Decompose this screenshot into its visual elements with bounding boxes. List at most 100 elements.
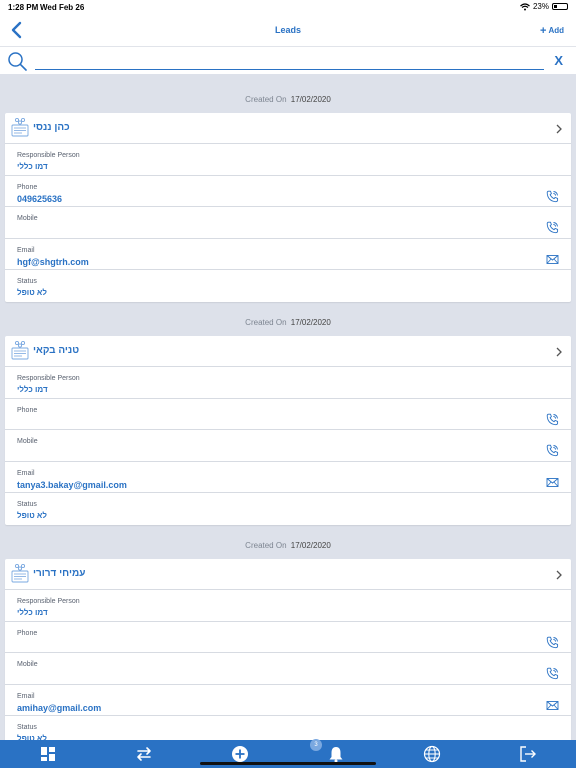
created-on-row: Created On 17/02/2020 bbox=[0, 297, 576, 336]
clear-search-button[interactable]: X bbox=[554, 53, 563, 68]
status-value: לא טופל bbox=[17, 511, 47, 520]
notification-badge: 3 bbox=[310, 739, 322, 751]
battery-percent: 23% bbox=[532, 2, 549, 11]
home-indicator bbox=[200, 762, 376, 765]
created-date: 17/02/2020 bbox=[290, 318, 331, 327]
lead-card: כהן ננסי Responsible Person דמו כללי Pho… bbox=[5, 113, 571, 302]
lead-card-header[interactable]: כהן ננסי bbox=[5, 113, 571, 144]
created-on-label: Created On bbox=[245, 318, 287, 327]
field-label: Mobile bbox=[17, 438, 38, 445]
email-value[interactable]: tanya3.bakay@gmail.com bbox=[17, 480, 127, 490]
chevron-right-icon[interactable] bbox=[555, 124, 563, 134]
field-label: Email bbox=[17, 246, 35, 254]
status-bar: 1:28 PM Wed Feb 26 23% bbox=[0, 0, 576, 14]
mobile-field: Mobile bbox=[5, 207, 571, 239]
plus-icon: + bbox=[540, 25, 547, 37]
responsible-person-value: דמו כללי bbox=[17, 162, 48, 171]
lead-name: כהן ננסי bbox=[33, 122, 70, 133]
search-icon[interactable] bbox=[7, 51, 27, 71]
created-on-label: Created On bbox=[245, 541, 287, 550]
phone-call-icon[interactable] bbox=[546, 413, 559, 426]
status-field: Status לא טופל bbox=[5, 716, 571, 740]
field-label: Email bbox=[17, 469, 35, 477]
responsible-person-field: Responsible Person דמו כללי bbox=[5, 144, 571, 176]
field-label: Status bbox=[17, 724, 37, 731]
field-label: Phone bbox=[17, 629, 38, 637]
lead-card: עמיחי דרורי Responsible Person דמו כללי … bbox=[5, 559, 571, 740]
lead-card: טניה בקאי Responsible Person דמו כללי Ph… bbox=[5, 336, 571, 525]
status-time: 1:28 PM bbox=[8, 3, 39, 12]
created-on-row: Created On 17/02/2020 bbox=[0, 74, 576, 113]
responsible-person-field: Responsible Person דמו כללי bbox=[5, 367, 571, 399]
field-label: Responsible Person bbox=[17, 598, 80, 605]
globe-icon[interactable] bbox=[423, 745, 441, 763]
email-value[interactable]: hgf@shgtrh.com bbox=[17, 257, 89, 267]
created-date: 17/02/2020 bbox=[290, 541, 331, 550]
phone-field: Phone 049625636 bbox=[5, 176, 571, 207]
lead-card-header[interactable]: עמיחי דרורי bbox=[5, 559, 571, 590]
lead-card-icon bbox=[11, 340, 29, 360]
field-label: Status bbox=[17, 501, 37, 508]
envelope-icon[interactable] bbox=[546, 253, 559, 266]
email-field: Email tanya3.bakay@gmail.com bbox=[5, 462, 571, 493]
add-label: Add bbox=[548, 26, 564, 35]
add-lead-button[interactable]: + Add bbox=[540, 25, 564, 37]
mobile-call-icon[interactable] bbox=[546, 221, 559, 234]
battery-icon bbox=[552, 3, 568, 10]
chevron-right-icon[interactable] bbox=[555, 570, 563, 580]
field-label: Email bbox=[17, 692, 35, 700]
mobile-call-icon[interactable] bbox=[546, 667, 559, 680]
phone-call-icon[interactable] bbox=[546, 636, 559, 649]
lead-card-icon bbox=[11, 117, 29, 137]
search-input[interactable] bbox=[35, 54, 544, 70]
phone-field: Phone bbox=[5, 399, 571, 430]
bell-icon[interactable] bbox=[327, 745, 345, 763]
responsible-person-field: Responsible Person דמו כללי bbox=[5, 590, 571, 622]
navbar: Leads + Add bbox=[0, 14, 576, 46]
phone-call-icon[interactable] bbox=[546, 190, 559, 203]
dashboard-icon[interactable] bbox=[39, 745, 57, 763]
created-on-label: Created On bbox=[245, 95, 287, 104]
email-field: Email amihay@gmail.com bbox=[5, 685, 571, 716]
lead-card-icon bbox=[11, 563, 29, 583]
mobile-field: Mobile bbox=[5, 430, 571, 462]
wifi-icon bbox=[520, 2, 530, 10]
field-label: Phone bbox=[17, 183, 38, 191]
status-date: Wed Feb 26 bbox=[40, 3, 85, 12]
lead-item: Created On 17/02/2020 טניה בקאי Responsi… bbox=[0, 297, 576, 525]
field-label: Responsible Person bbox=[17, 375, 80, 382]
lead-name: עמיחי דרורי bbox=[33, 568, 86, 579]
field-label: Status bbox=[17, 278, 37, 285]
field-label: Responsible Person bbox=[17, 152, 80, 159]
chevron-right-icon[interactable] bbox=[555, 347, 563, 357]
created-on-row: Created On 17/02/2020 bbox=[0, 520, 576, 559]
battery-fill bbox=[554, 5, 557, 8]
transfer-arrows-icon[interactable] bbox=[135, 745, 153, 763]
status-value: לא טופל bbox=[17, 288, 47, 297]
phone-field: Phone bbox=[5, 622, 571, 653]
envelope-icon[interactable] bbox=[546, 476, 559, 489]
leads-list[interactable]: Created On 17/02/2020 כהן ננסי Responsib… bbox=[0, 74, 576, 740]
lead-item: Created On 17/02/2020 עמיחי דרורי Respon… bbox=[0, 520, 576, 740]
field-label: Phone bbox=[17, 406, 38, 414]
field-label: Mobile bbox=[17, 661, 38, 668]
add-circle-icon[interactable] bbox=[231, 745, 249, 763]
lead-name: טניה בקאי bbox=[33, 345, 80, 356]
page-title: Leads bbox=[274, 25, 301, 35]
phone-value[interactable]: 049625636 bbox=[17, 194, 62, 204]
responsible-person-value: דמו כללי bbox=[17, 385, 48, 394]
lead-card-header[interactable]: טניה בקאי bbox=[5, 336, 571, 367]
responsible-person-value: דמו כללי bbox=[17, 608, 48, 617]
created-date: 17/02/2020 bbox=[290, 95, 331, 104]
mobile-field: Mobile bbox=[5, 653, 571, 685]
status-indicators: 23% bbox=[520, 2, 568, 11]
logout-icon[interactable] bbox=[519, 745, 537, 763]
bottom-tabbar: 3 bbox=[0, 739, 576, 768]
search-bar: X bbox=[0, 46, 576, 74]
email-value[interactable]: amihay@gmail.com bbox=[17, 703, 101, 713]
field-label: Mobile bbox=[17, 215, 38, 222]
email-field: Email hgf@shgtrh.com bbox=[5, 239, 571, 270]
envelope-icon[interactable] bbox=[546, 699, 559, 712]
lead-item: Created On 17/02/2020 כהן ננסי Responsib… bbox=[0, 74, 576, 302]
mobile-call-icon[interactable] bbox=[546, 444, 559, 457]
